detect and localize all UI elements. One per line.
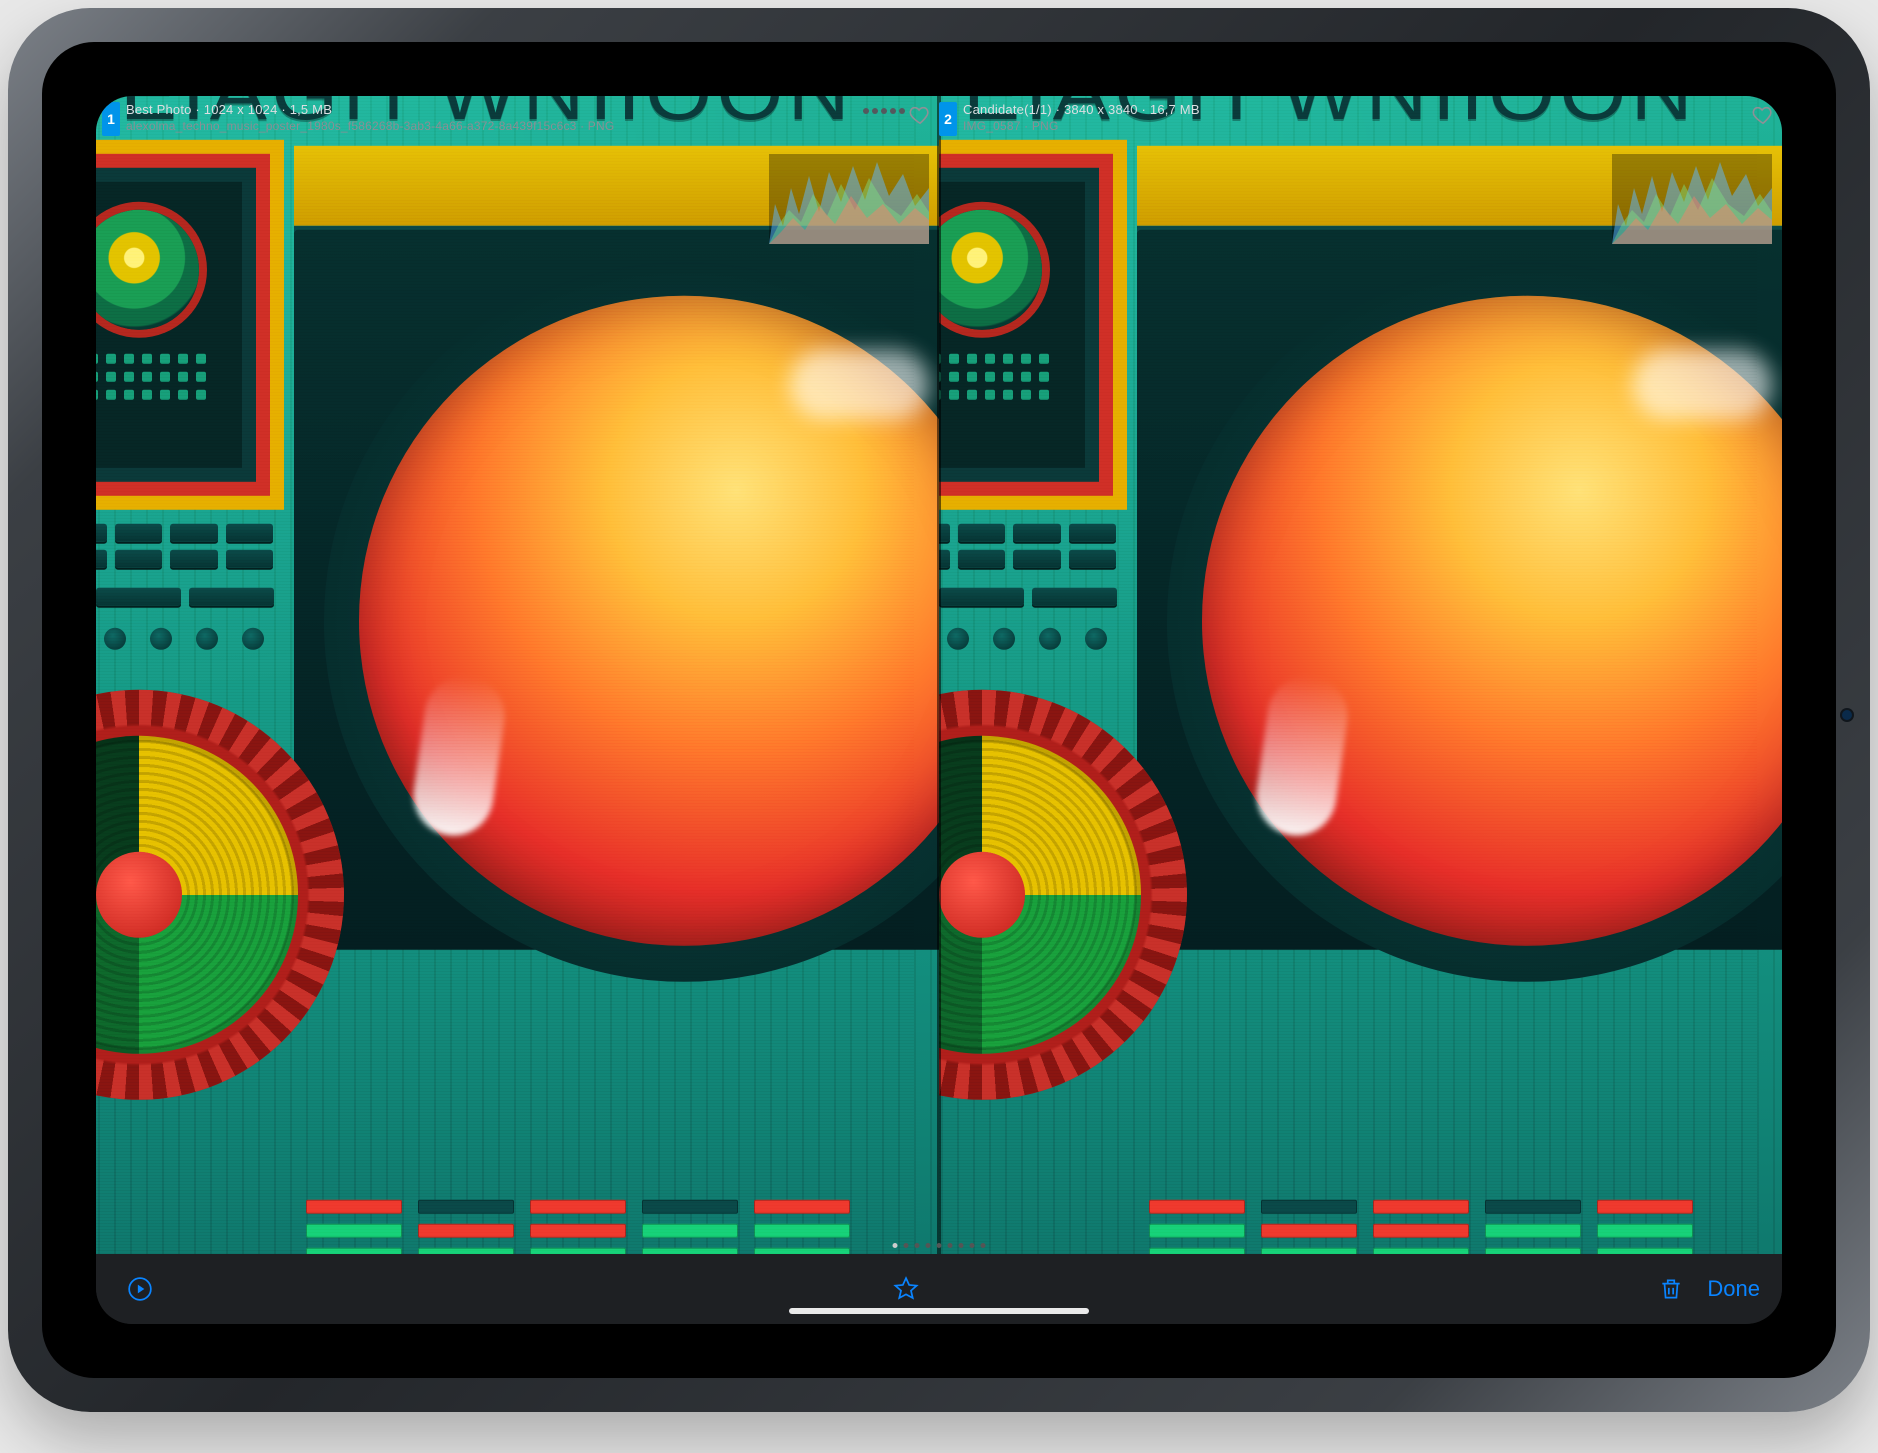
- ipad-frame: TEIAGH WNIIOON: [8, 8, 1870, 1412]
- image-left[interactable]: TEIAGH WNIIOON: [96, 96, 914, 1254]
- image-right[interactable]: TEIAGH WNIIOON: [939, 96, 1757, 1254]
- star-icon[interactable]: [884, 1267, 928, 1311]
- trash-icon[interactable]: [1649, 1267, 1693, 1311]
- pane-best-photo[interactable]: TEIAGH WNIIOON: [96, 96, 939, 1254]
- page-dots[interactable]: [893, 1243, 986, 1248]
- pane-candidate[interactable]: TEIAGH WNIIOON: [939, 96, 1782, 1254]
- histogram-left: [769, 154, 929, 244]
- heart-icon[interactable]: [1752, 104, 1774, 131]
- heart-icon[interactable]: [909, 104, 931, 131]
- histogram-right: [1612, 154, 1772, 244]
- rating-dots-left[interactable]: [863, 108, 905, 114]
- home-indicator[interactable]: [789, 1308, 1089, 1314]
- play-circle-icon[interactable]: [118, 1267, 162, 1311]
- front-camera: [1842, 710, 1852, 720]
- divider: [937, 96, 941, 1254]
- screen: TEIAGH WNIIOON: [96, 96, 1782, 1324]
- done-button[interactable]: Done: [1707, 1276, 1760, 1302]
